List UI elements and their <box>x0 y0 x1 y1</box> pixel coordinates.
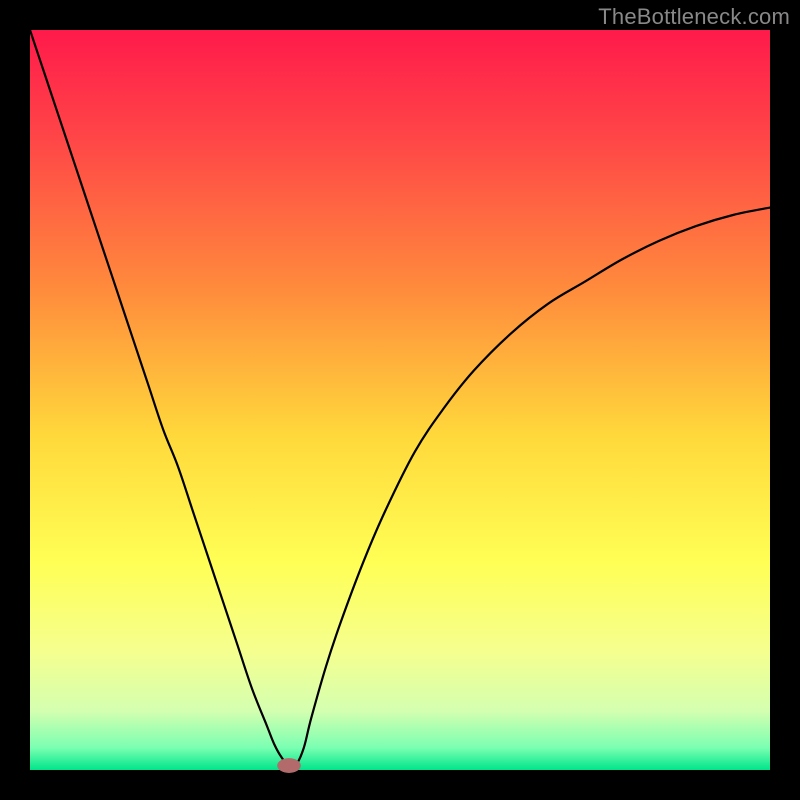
curve-svg <box>30 30 770 770</box>
chart-frame: TheBottleneck.com <box>0 0 800 800</box>
plot-area <box>30 30 770 770</box>
watermark-text: TheBottleneck.com <box>598 4 790 30</box>
minimum-marker <box>277 758 301 773</box>
bottleneck-curve <box>30 30 770 766</box>
